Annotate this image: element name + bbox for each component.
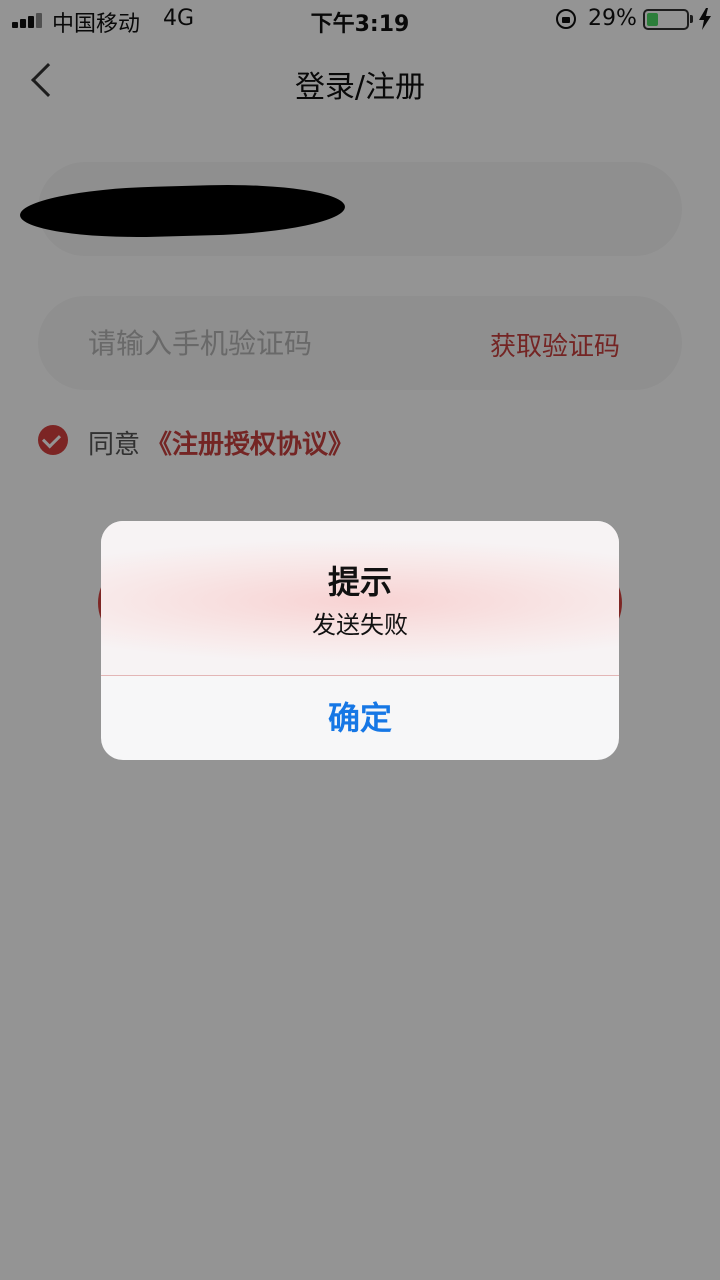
alert-body: 提示 发送失败 bbox=[101, 521, 619, 675]
confirm-button[interactable]: 确定 bbox=[101, 676, 619, 760]
alert-message: 发送失败 bbox=[312, 611, 408, 639]
alert-title: 提示 bbox=[327, 563, 392, 601]
alert-dialog: 提示 发送失败 确定 bbox=[101, 521, 619, 760]
